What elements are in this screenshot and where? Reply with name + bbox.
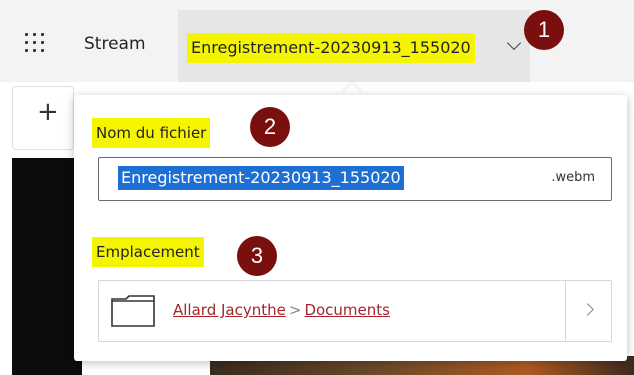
location-divider bbox=[565, 281, 566, 341]
location-picker[interactable]: Allard Jacynthe > Documents bbox=[98, 280, 612, 342]
filename-field[interactable]: Enregistrement-20230913_155020 .webm bbox=[98, 157, 612, 201]
breadcrumb: Allard Jacynthe > Documents bbox=[173, 301, 390, 319]
breadcrumb-separator: > bbox=[288, 301, 302, 319]
file-title[interactable]: Enregistrement-20230913_155020 bbox=[187, 33, 475, 63]
annotation-badge-3: 3 bbox=[237, 236, 277, 276]
chevron-right-icon[interactable] bbox=[581, 303, 594, 316]
plus-icon[interactable]: + bbox=[37, 99, 59, 125]
breadcrumb-folder-link[interactable]: Documents bbox=[304, 301, 390, 319]
folder-icon bbox=[111, 295, 155, 327]
annotation-badge-1: 1 bbox=[524, 10, 564, 50]
filename-value[interactable]: Enregistrement-20230913_155020 bbox=[118, 166, 404, 190]
file-extension: .webm bbox=[551, 170, 595, 185]
filename-label: Nom du fichier bbox=[92, 118, 211, 148]
app-name[interactable]: Stream bbox=[84, 34, 146, 54]
video-preview bbox=[12, 158, 82, 375]
annotation-badge-2: 2 bbox=[250, 107, 290, 147]
location-label: Emplacement bbox=[92, 237, 204, 267]
breadcrumb-owner-link[interactable]: Allard Jacynthe bbox=[173, 301, 286, 319]
app-launcher-icon[interactable] bbox=[25, 33, 47, 55]
